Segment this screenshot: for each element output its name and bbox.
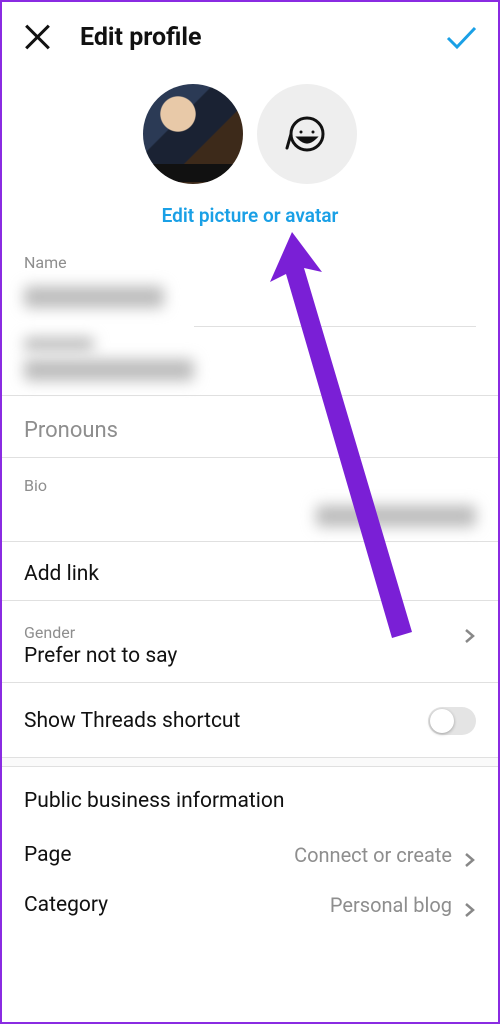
divider bbox=[2, 541, 498, 542]
divider bbox=[2, 395, 498, 396]
toggle-knob bbox=[430, 709, 454, 733]
page-title: Edit profile bbox=[80, 23, 202, 52]
gender-row[interactable]: Gender Prefer not to say bbox=[24, 601, 476, 668]
chevron-right-icon bbox=[462, 628, 476, 642]
chevron-right-icon bbox=[462, 848, 476, 862]
username-value-redacted bbox=[24, 359, 194, 381]
chevron-right-icon bbox=[462, 898, 476, 912]
avatar-emoji-icon bbox=[285, 112, 329, 156]
check-icon bbox=[444, 20, 478, 54]
add-link-button[interactable]: Add link bbox=[24, 562, 476, 586]
name-label: Name bbox=[24, 253, 476, 272]
divider bbox=[2, 457, 498, 458]
page-label: Page bbox=[24, 843, 72, 867]
public-business-header: Public business information bbox=[24, 789, 476, 813]
edit-picture-link[interactable]: Edit picture or avatar bbox=[2, 204, 498, 227]
category-value: Personal blog bbox=[330, 893, 452, 917]
gender-label: Gender bbox=[24, 623, 177, 642]
bio-value-redacted bbox=[316, 505, 476, 527]
bio-label: Bio bbox=[24, 476, 476, 495]
divider bbox=[194, 326, 476, 327]
threads-label: Show Threads shortcut bbox=[24, 709, 240, 733]
page-row[interactable]: Page Connect or create bbox=[24, 843, 476, 867]
page-value: Connect or create bbox=[294, 843, 452, 867]
category-label: Category bbox=[24, 893, 108, 917]
category-row[interactable]: Category Personal blog bbox=[24, 893, 476, 917]
header-bar: Edit profile bbox=[2, 2, 498, 64]
avatar-option[interactable] bbox=[257, 84, 357, 184]
threads-toggle[interactable] bbox=[428, 707, 476, 735]
name-value-redacted bbox=[24, 286, 164, 308]
username-label-redacted bbox=[24, 337, 94, 351]
confirm-button[interactable] bbox=[444, 20, 478, 54]
close-icon[interactable] bbox=[22, 22, 52, 52]
section-divider bbox=[2, 757, 498, 767]
divider bbox=[2, 682, 498, 683]
avatar-row bbox=[2, 84, 498, 184]
gender-value: Prefer not to say bbox=[24, 644, 177, 668]
profile-photo[interactable] bbox=[143, 84, 243, 184]
threads-shortcut-row: Show Threads shortcut bbox=[24, 707, 476, 735]
pronouns-field[interactable]: Pronouns bbox=[24, 418, 476, 443]
